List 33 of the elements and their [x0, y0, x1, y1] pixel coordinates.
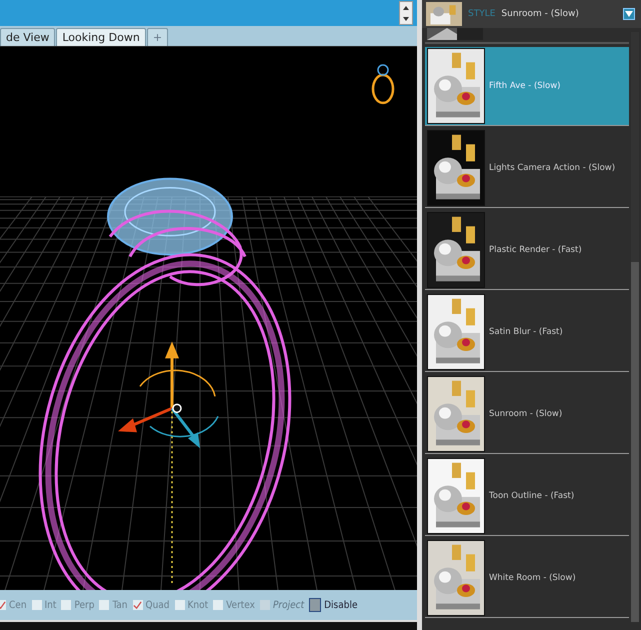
ring-icon	[372, 64, 394, 104]
scrollbar[interactable]	[631, 32, 639, 622]
snap-checkbox[interactable]: Knot	[174, 600, 208, 610]
snap-checkbox[interactable]: Tan	[99, 600, 128, 610]
style-name: Plastic Render - (Fast)	[489, 245, 582, 255]
style-item[interactable]: Satin Blur - (Fast)	[425, 293, 629, 372]
dropdown-button[interactable]	[623, 8, 635, 20]
snap-checkbox[interactable]: Perp	[61, 600, 94, 610]
viewport[interactable]	[0, 47, 417, 590]
style-label: STYLE	[468, 9, 496, 19]
style-name: White Room - (Slow)	[489, 573, 576, 583]
viewport-tab[interactable]: de View	[0, 28, 56, 46]
style-name: Fifth Ave - (Slow)	[489, 81, 560, 91]
style-item[interactable]: Toon Outline - (Fast)	[425, 457, 629, 536]
style-name: Toon Outline - (Fast)	[489, 491, 574, 501]
disable-toggle[interactable]: Disable	[309, 598, 358, 612]
snap-checkbox[interactable]: Vertex	[213, 600, 255, 610]
add-tab-button[interactable]: +	[146, 28, 168, 46]
style-item[interactable]: White Room - (Slow)	[425, 539, 629, 618]
style-name: Sunroom - (Slow)	[489, 409, 562, 419]
style-value: Sunroom - (Slow)	[501, 9, 580, 19]
scroll-spinner[interactable]	[399, 1, 413, 25]
style-name: Lights Camera Action - (Slow)	[489, 163, 616, 173]
check-icon	[133, 600, 142, 610]
snap-checkbox[interactable]: Int	[32, 600, 56, 610]
style-item[interactable]: Sunroom - (Slow)	[425, 375, 629, 454]
style-item[interactable]: Plastic Render - (Fast)	[425, 211, 629, 290]
style-name: Satin Blur - (Fast)	[489, 327, 563, 337]
snap-checkbox[interactable]: Cen	[0, 600, 27, 610]
viewport-tab[interactable]: Looking Down	[56, 28, 146, 46]
style-item[interactable]: Fifth Ave - (Slow)	[425, 47, 629, 126]
snap-checkbox[interactable]: Quad	[132, 600, 170, 610]
style-item[interactable]: Lights Camera Action - (Slow)	[425, 129, 629, 208]
